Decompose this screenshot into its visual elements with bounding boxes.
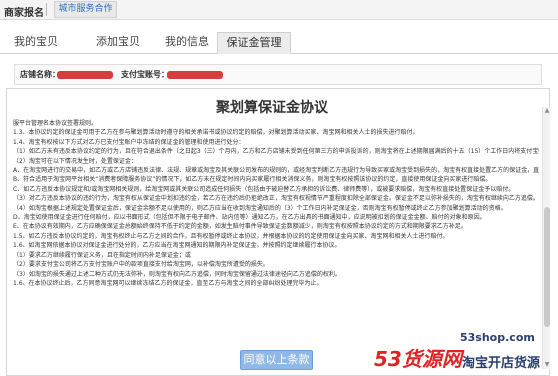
divider	[46, 3, 47, 16]
agreement-paragraph: 1.4、淘宝有权按以下方式对乙方已支付宝账户中冻结的保证金的管理和使用进行处分：	[13, 138, 245, 146]
agreement-paragraph: 1.3、本协议约定的保证金可用于乙方在参与聚划算活动时遵守的相关承诺书或协议约定…	[13, 129, 419, 137]
tab-label: 添加宝贝	[96, 35, 140, 48]
store-info-bar: 店铺名称： 支付宝账号：	[14, 64, 542, 85]
store-name-label: 店铺名称：	[20, 70, 60, 79]
city-service-link[interactable]: 城市服务合作	[54, 1, 117, 18]
redacted-store-name	[57, 71, 113, 79]
tab-deposit-management[interactable]: 保证金管理	[217, 32, 291, 54]
tab-label: 保证金管理	[226, 36, 282, 49]
agreement-paragraph: D、淘宝如使用保证金进行任何赔付，应以书面形式（包括但不限于电子邮件、站内信等）…	[13, 214, 486, 222]
watermark-slogan: 淘宝开店货源	[462, 356, 541, 371]
top-bar: 商家报名 城市服务合作	[0, 0, 558, 20]
tab-label: 我的宝贝	[14, 35, 58, 48]
agreement-paragraph: B、符合适用于淘宝网平台相关“消费者保障服务协议”的情况下，如乙方未在规定时间内…	[13, 176, 492, 184]
agreement-paragraph: E、在本协议有效期内，乙方应确保保证金总额始终保持不低于约定的金额，如发生赔付事…	[13, 223, 467, 231]
agreement-paragraph: C、如乙方违反本协议规定和/或淘宝网相关规则，给淘宝网或其关联公司造成任何损失（…	[13, 185, 515, 193]
agreement-paragraph: （3）如淘宝的损失通过上述二种方式仍无法弥补，则淘宝有权向乙方追偿，同时淘宝保留…	[13, 270, 341, 278]
scroll-up-icon[interactable]: ▲	[543, 107, 551, 115]
agreement-paragraph: （4）如淘宝根据上述规定处置保证金后，保证金余额不足以使用的，则乙方应当在收到淘…	[13, 204, 507, 212]
agreement-paragraph: 1.6、在本协议终止后，乙方同意淘宝网可以继续冻结乙方的保证金，直至乙方与淘宝之…	[13, 279, 323, 287]
agreement-paragraph: （3）对乙方违反本协议的违约行为，淘宝有权从保证金中划扣违约金，若乙方在违约后仍…	[13, 195, 539, 203]
tab-my-info[interactable]: 我的信息	[158, 32, 216, 54]
agreement-paragraph: （2）要求支付宝公司将乙方支付宝账户中的款项直接支付给淘宝网，以补偿淘宝所遭受的…	[13, 261, 269, 269]
agreement-paragraph: 1.6、如淘宝网依据本协议对保证金进行处分的，乙方应当在淘宝网通知的期限内补足保…	[13, 242, 341, 250]
tab-add-item[interactable]: 添加宝贝	[88, 32, 148, 54]
agreement-scrollbar[interactable]: ▲ ▼	[542, 107, 550, 369]
tab-label: 我的信息	[165, 35, 209, 48]
nav-tabs: 我的宝贝 添加宝贝 我的信息 保证金管理	[0, 28, 558, 54]
agreement-paragraph: （2）淘宝可在以下情况发生时，处置保证金：	[13, 157, 137, 165]
scrollbar-thumb[interactable]	[544, 207, 550, 327]
agree-terms-button[interactable]: 同意以上条款	[240, 350, 313, 370]
agreement-paragraph: （1）要求乙方继续履行保证义务，且在指定时间内补足保证金；或	[13, 251, 191, 259]
scroll-down-icon[interactable]: ▼	[543, 361, 551, 369]
alipay-account-label: 支付宝账号：	[121, 70, 169, 79]
agreement-paragraph: 服平台管理名本协议签署规则。	[13, 120, 98, 127]
redacted-alipay-account	[167, 71, 223, 79]
watermark-brand: 53货源网	[374, 347, 462, 371]
agreement-paragraph: （1）如乙方未有违反本协议约定的行为，且在符合退出条件（之日起3（三）个月内，乙…	[13, 148, 539, 156]
agreement-title: 聚划算保证金协议	[216, 100, 328, 116]
watermark-site: 53shop.com	[460, 331, 535, 344]
merchant-signup-label: 商家报名	[4, 8, 44, 19]
agreement-paragraph: A、在淘宝网进行的交易中，如乙方或乙方店铺违反法律、法规、规章或淘宝及其关联公司…	[13, 167, 539, 175]
tab-my-items[interactable]: 我的宝贝	[8, 32, 64, 54]
agreement-paragraph: 1.5、如乙方违反本协议约定的，淘宝有权终止与乙方之间的合作，且有权暂停或终止本…	[13, 232, 449, 240]
